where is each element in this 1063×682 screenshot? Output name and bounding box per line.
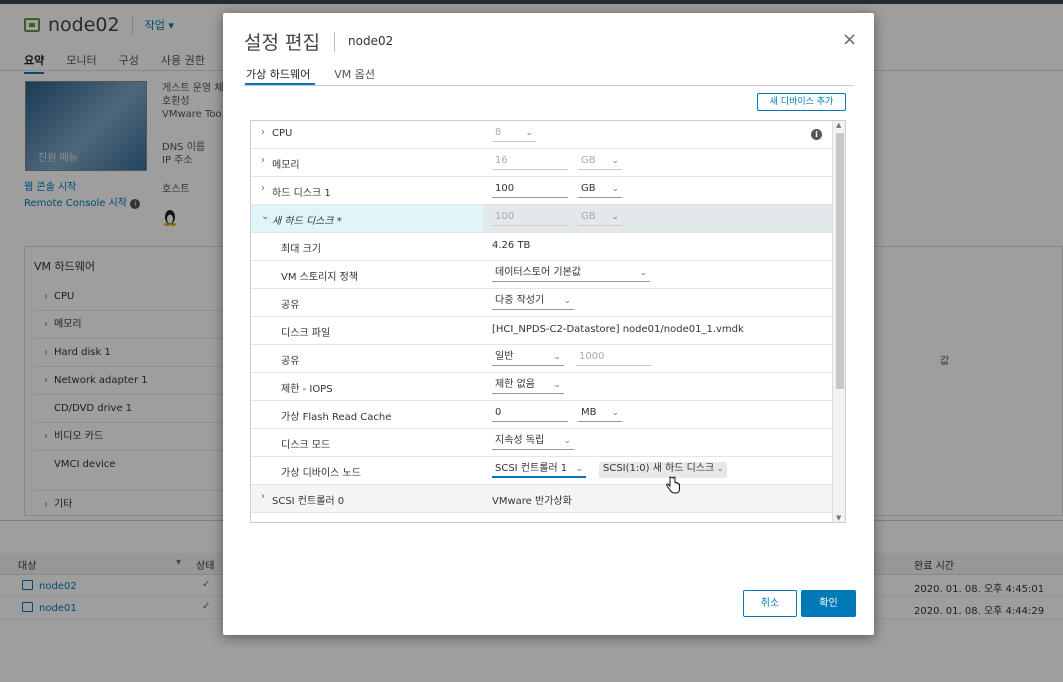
scroll-up-icon[interactable]: ▲ (836, 121, 841, 129)
row-label: 하드 디스크 1 (272, 188, 331, 199)
row-virtual-device-node: 가상 디바이스 노드 SCSI 컨트롤러 1 ⌄ SCSI(1:0) 새 하드 디… (251, 457, 832, 485)
new-disk-unit-select[interactable]: GB ⌄ (578, 210, 622, 226)
info-icon[interactable]: i (811, 129, 822, 140)
row-sharing: 공유 다중 작성기 ⌄ (251, 289, 832, 317)
max-size-value: 4.26 TB (492, 240, 531, 251)
row-scsi-controller-0[interactable]: › SCSI 컨트롤러 0 VMware 반가상화 (251, 485, 832, 513)
disk1-unit-select[interactable]: GB ⌄ (578, 182, 622, 198)
row-memory[interactable]: › 메모리 16 GB ⌄ (251, 149, 832, 177)
row-label: 공유 (281, 356, 300, 367)
controller-select[interactable]: SCSI 컨트롤러 1 ⌄ (492, 462, 586, 478)
chevron-down-icon: ⌄ (611, 408, 619, 418)
row-max-size: 최대 크기 4.26 TB (251, 233, 832, 261)
cancel-button[interactable]: 취소 (743, 590, 797, 617)
flash-cache-input[interactable]: 0 (492, 406, 568, 422)
chevron-down-icon: ⌄ (553, 352, 561, 362)
row-label: 새 하드 디스크 * (272, 216, 342, 227)
chevron-right-icon[interactable]: › (261, 491, 265, 502)
hardware-grid: › CPU 8 ⌄ i › 메모리 16 GB ⌄ › 하드 디스크 1 100 G… (250, 120, 846, 523)
chevron-down-icon: ⌄ (563, 436, 571, 446)
memory-unit-select[interactable]: GB ⌄ (578, 154, 622, 170)
row-iops-limit: 제한 - IOPS 제한 없음 ⌄ (251, 373, 832, 401)
shares-select[interactable]: 일반 ⌄ (492, 350, 564, 366)
scsi0-value: VMware 반가상화 (492, 496, 572, 507)
chevron-right-icon[interactable]: › (261, 155, 265, 166)
chevron-down-icon: ⌄ (553, 380, 561, 390)
flash-cache-unit-select[interactable]: MB ⌄ (578, 406, 622, 422)
grid-scrollbar[interactable]: ▲ ▼ (832, 121, 845, 522)
row-storage-policy: VM 스토리지 정책 데이터스토어 기본값 ⌄ (251, 261, 832, 289)
row-label: CPU (272, 128, 293, 139)
chevron-down-icon: ⌄ (563, 296, 571, 306)
row-label: 최대 크기 (281, 244, 321, 255)
chevron-right-icon[interactable]: › (261, 127, 265, 138)
disk-mode-select[interactable]: 지속성 독립 ⌄ (492, 434, 574, 450)
dialog-tabs: 가상 하드웨어 VM 옵션 (246, 66, 375, 82)
disk1-size-input[interactable]: 100 (492, 182, 568, 198)
row-label: 디스크 파일 (281, 328, 331, 339)
row-label: VM 스토리지 정책 (281, 272, 359, 283)
chevron-down-icon: ⌄ (639, 268, 647, 278)
row-label: SCSI 컨트롤러 0 (272, 496, 345, 507)
row-label: 메모리 (272, 160, 300, 171)
chevron-down-icon: ⌄ (525, 128, 533, 138)
dialog-subtitle: node02 (348, 34, 394, 48)
row-cpu[interactable]: › CPU 8 ⌄ i (251, 121, 832, 149)
iops-select[interactable]: 제한 없음 ⌄ (492, 378, 564, 394)
tab-vm-options[interactable]: VM 옵션 (334, 66, 375, 82)
dialog-tab-divider (243, 85, 854, 86)
row-flash-cache: 가상 Flash Read Cache 0 MB ⌄ (251, 401, 832, 429)
chevron-down-icon: ⌄ (575, 464, 583, 474)
close-icon[interactable]: × (842, 31, 857, 49)
row-label: 가상 디바이스 노드 (281, 468, 361, 479)
row-hard-disk-1[interactable]: › 하드 디스크 1 100 GB ⌄ (251, 177, 832, 205)
chevron-down-icon: ⌄ (716, 464, 724, 474)
device-node-select[interactable]: SCSI(1:0) 새 하드 디스크 ⌄ (599, 462, 727, 478)
storage-policy-select[interactable]: 데이터스토어 기본값 ⌄ (492, 266, 650, 282)
active-tab-indicator (245, 83, 315, 85)
tab-virtual-hardware[interactable]: 가상 하드웨어 (246, 66, 310, 82)
row-new-hard-disk[interactable]: ⌄ 새 하드 디스크 * 100 GB ⌄ (251, 205, 832, 233)
chevron-down-icon[interactable]: ⌄ (261, 211, 269, 222)
row-disk-file: 디스크 파일 [HCI_NPDS-C2-Datastore] node01/no… (251, 317, 832, 345)
chevron-right-icon[interactable]: › (261, 183, 265, 194)
scrollbar-thumb[interactable] (836, 133, 844, 389)
add-new-device-button[interactable]: 새 디바이스 추가 (757, 93, 846, 111)
chevron-down-icon: ⌄ (611, 184, 619, 194)
sharing-select[interactable]: 다중 작성기 ⌄ (492, 294, 574, 310)
row-disk-mode: 디스크 모드 지속성 독립 ⌄ (251, 429, 832, 457)
memory-input[interactable]: 16 (492, 154, 568, 170)
disk-file-path: [HCI_NPDS-C2-Datastore] node01/node01_1.… (492, 324, 744, 335)
row-label: 공유 (281, 300, 300, 311)
row-label: 디스크 모드 (281, 440, 331, 451)
new-disk-size-input[interactable]: 100 (492, 210, 568, 226)
ok-button[interactable]: 확인 (801, 590, 856, 617)
cpu-select[interactable]: 8 ⌄ (492, 126, 536, 142)
dialog-title: 설정 편집 (244, 32, 320, 54)
row-label: 제한 - IOPS (281, 384, 333, 395)
row-label: 가상 Flash Read Cache (281, 412, 392, 423)
scroll-down-icon[interactable]: ▼ (836, 514, 841, 522)
row-shares: 공유 일반 ⌄ 1000 (251, 345, 832, 373)
hand-cursor-icon (666, 476, 680, 494)
edit-settings-dialog: 설정 편집 node02 × 가상 하드웨어 VM 옵션 새 디바이스 추가 ›… (223, 13, 874, 635)
title-separator (334, 32, 335, 52)
shares-value-input[interactable]: 1000 (576, 350, 652, 366)
chevron-down-icon: ⌄ (611, 212, 619, 222)
chevron-down-icon: ⌄ (611, 156, 619, 166)
